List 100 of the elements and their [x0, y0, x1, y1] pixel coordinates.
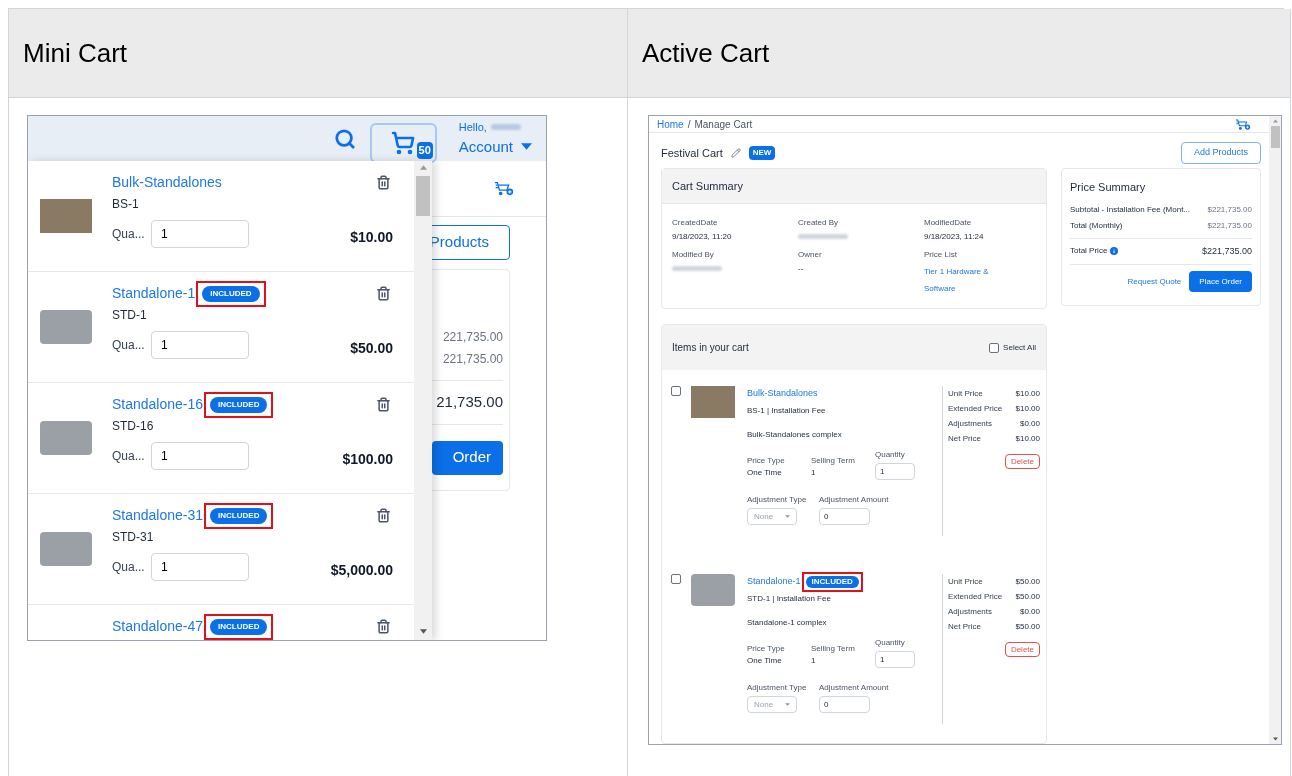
place-order-button[interactable]: Place Order [1189, 271, 1252, 292]
product-link[interactable]: Standalone-16 [112, 393, 204, 415]
product-link[interactable]: Bulk-Standalones [747, 387, 818, 401]
search-icon[interactable] [333, 127, 356, 150]
included-badge: INCLUDED [202, 286, 260, 302]
quantity-field[interactable]: 1 [875, 463, 915, 480]
price-text: $10.00 [350, 228, 393, 247]
cart-icon [391, 130, 416, 155]
redacted-value [798, 234, 848, 239]
product-description: Bulk-Standalones complex [747, 429, 843, 441]
scroll-up-arrow-icon[interactable] [1272, 119, 1278, 123]
field-label: Created By [798, 217, 840, 229]
scrollbar[interactable] [414, 161, 432, 640]
caret-icon [785, 703, 790, 706]
breadcrumb-separator: / [687, 117, 691, 132]
breadcrumb-item[interactable]: Home [657, 116, 684, 132]
price-text: $50.00 [350, 339, 393, 358]
column-title: Mini Cart [23, 36, 127, 70]
scroll-thumb[interactable] [416, 176, 430, 216]
quantity-field[interactable]: 1 [151, 219, 249, 248]
price-value: $10.00 [1015, 402, 1040, 415]
price-label: Unit Price [948, 575, 983, 588]
field-value: 9/18/2023, 11:24 [924, 231, 985, 243]
field-value: 9/18/2023, 11:20 [672, 231, 733, 243]
price-label: Net Price [948, 432, 981, 445]
quantity-label: Qua... [112, 336, 146, 354]
price-value: $50.00 [1015, 620, 1040, 633]
cart-add-icon[interactable] [1235, 117, 1251, 131]
price-list-link[interactable]: Tier 1 Hardware & Software [924, 263, 1004, 297]
quantity-field[interactable]: 1 [875, 651, 915, 668]
field-label: Price Type [747, 455, 786, 467]
adjustment-type-dropdown[interactable]: None [747, 696, 797, 713]
quantity-field[interactable]: 1 [151, 552, 249, 581]
total-amount: 21,735.00 [436, 392, 503, 412]
field-label: Quantity [875, 637, 906, 649]
trash-icon[interactable] [376, 618, 391, 634]
summary-label: Subtotal - Installation Fee (Mont... [1070, 203, 1191, 216]
add-products-button[interactable]: Add Products [1180, 142, 1261, 164]
column-title: Active Cart [642, 36, 770, 70]
included-badge: INCLUDED [210, 508, 268, 524]
price-label: Extended Price [948, 402, 1003, 415]
status-badge: NEW [748, 146, 776, 160]
trash-icon[interactable] [376, 174, 391, 190]
price-value: $10.00 [1015, 432, 1040, 445]
scroll-up-arrow-icon[interactable] [419, 165, 427, 170]
product-photo-placeholder [40, 421, 92, 455]
scroll-thumb[interactable] [1270, 126, 1280, 148]
field-label: Adjustment Amount [819, 494, 889, 506]
adjustment-amount-field[interactable]: 0 [819, 696, 870, 713]
breadcrumb-item: Manage Cart [694, 117, 753, 132]
field-label: Modified By [672, 249, 715, 261]
product-link[interactable]: Standalone-47 [112, 615, 204, 637]
quantity-field[interactable]: 1 [151, 441, 249, 470]
card-title: Cart Summary [672, 178, 743, 194]
field-value: 1 [811, 655, 817, 667]
info-icon[interactable] [1110, 247, 1119, 256]
checkbox[interactable] [989, 342, 1000, 353]
scroll-down-arrow-icon[interactable] [419, 629, 427, 634]
field-label: Price Type [747, 643, 786, 655]
delete-button[interactable]: Delete [1004, 642, 1040, 657]
scroll-down-arrow-icon[interactable] [1272, 737, 1278, 741]
adjustment-type-dropdown[interactable]: None [747, 508, 797, 525]
order-button[interactable]: Order [432, 440, 503, 475]
product-photo-placeholder [40, 199, 92, 233]
price-label: Adjustments [948, 417, 993, 430]
trash-icon[interactable] [376, 396, 391, 412]
product-photo-placeholder [40, 310, 92, 344]
product-link[interactable]: Standalone-1 [747, 575, 801, 589]
checkbox[interactable] [671, 386, 681, 396]
trash-icon[interactable] [376, 285, 391, 301]
field-label: Adjustment Type [747, 682, 808, 694]
field-label: Selling Term [811, 455, 856, 467]
checkbox[interactable] [671, 574, 681, 584]
price-text: $5,000.00 [330, 561, 393, 580]
product-link[interactable]: Standalone-31 [112, 504, 204, 526]
quantity-field[interactable]: 1 [151, 330, 249, 359]
request-quote-link[interactable]: Request Quote [1127, 275, 1182, 288]
field-value: 1 [811, 467, 817, 479]
product-photo-placeholder [40, 532, 92, 566]
account-menu[interactable]: Account [458, 135, 532, 158]
price-value: $0.00 [1019, 605, 1040, 618]
pencil-icon[interactable] [730, 148, 741, 158]
price-label: Net Price [948, 620, 981, 633]
delete-button[interactable]: Delete [1004, 454, 1040, 469]
select-all-label: Select All [1003, 341, 1036, 354]
trash-icon[interactable] [376, 507, 391, 523]
product-photo-placeholder [691, 574, 735, 606]
total-price-value: $221,735.00 [1201, 244, 1252, 258]
scrollbar[interactable] [1269, 116, 1281, 744]
product-link[interactable]: Standalone-1 [112, 282, 196, 304]
price-label: Adjustments [948, 605, 993, 618]
cart-add-icon[interactable] [494, 180, 514, 197]
redacted-value [672, 266, 722, 271]
adjustment-amount-field[interactable]: 0 [819, 508, 870, 525]
sku-text: BS-1 [112, 196, 140, 213]
summary-value: $221,735.00 [1207, 203, 1252, 216]
field-value: One Time [747, 467, 783, 479]
field-label: Adjustment Type [747, 494, 808, 506]
product-link[interactable]: Bulk-Standalones [112, 171, 223, 193]
field-value: One Time [747, 655, 783, 667]
